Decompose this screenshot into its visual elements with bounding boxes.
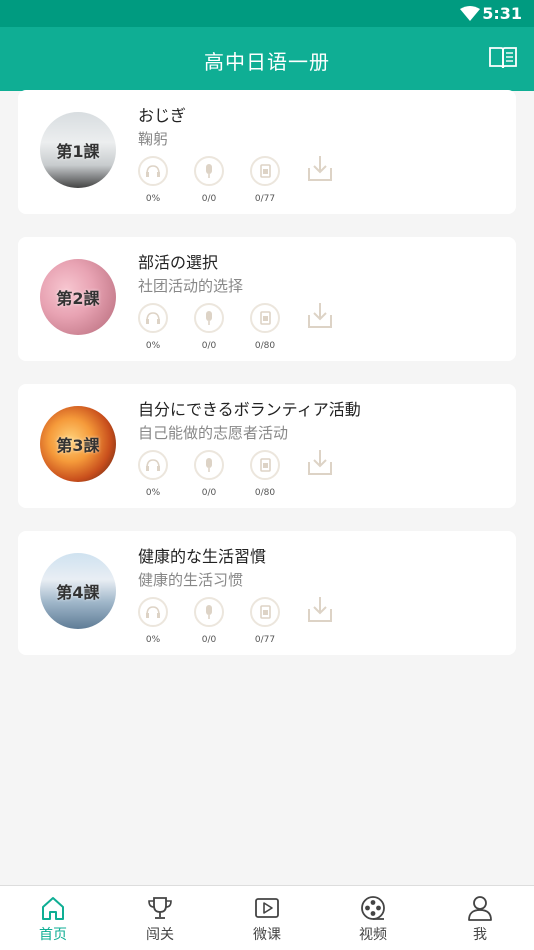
lesson-title: おじぎ	[138, 106, 187, 125]
lesson-title: 部活の選択	[138, 253, 219, 272]
microphone-icon[interactable]	[194, 156, 224, 186]
app-bar: 高中日语一册	[0, 27, 534, 91]
lesson-subtitle: 自己能做的志愿者活动	[138, 424, 289, 442]
lesson-badge: 第3課	[56, 436, 100, 455]
headphones-icon[interactable]	[138, 450, 168, 480]
status-bar: 5:31	[0, 0, 534, 27]
lesson-thumbnail: 第1課	[40, 112, 116, 188]
word-progress: 0/80	[254, 341, 276, 351]
lesson-card[interactable]: 第4課 健康的な生活習慣 健康的生活习惯 0% 0/0 0/77	[18, 531, 516, 655]
lesson-card[interactable]: 第3課 自分にできるボランティア活動 自己能做的志愿者活动 0% 0/0 0/8…	[18, 384, 516, 508]
tab-home[interactable]: 首页	[23, 894, 83, 944]
lesson-badge: 第4課	[56, 583, 100, 602]
download-icon[interactable]	[306, 301, 334, 329]
home-icon	[42, 897, 64, 920]
listen-progress: 0%	[145, 488, 161, 498]
microphone-icon[interactable]	[194, 597, 224, 627]
lesson-badge: 第1課	[56, 142, 100, 161]
tab-micro-lesson-label: 微课	[253, 927, 281, 943]
lesson-subtitle: 社团活动的选择	[138, 277, 244, 295]
book-icon[interactable]	[488, 45, 518, 71]
speak-progress: 0/0	[201, 341, 217, 351]
lesson-card[interactable]: 第1課 おじぎ 鞠躬 0% 0/0 0/77	[18, 90, 516, 214]
bottom-tab-bar: 首页 闯关 微课 视频 我	[0, 885, 534, 950]
lesson-subtitle: 鞠躬	[138, 130, 169, 148]
status-time: 5:31	[482, 4, 522, 23]
lesson-card[interactable]: 第2課 部活の選択 社团活动的选择 0% 0/0 0/80	[18, 237, 516, 361]
film-reel-icon	[361, 896, 385, 920]
lesson-badge: 第2課	[56, 289, 100, 308]
microphone-icon[interactable]	[194, 450, 224, 480]
word-progress: 0/77	[254, 635, 276, 645]
lesson-title: 健康的な生活習慣	[138, 547, 267, 566]
speak-progress: 0/0	[201, 488, 217, 498]
lesson-thumbnail: 第2課	[40, 259, 116, 335]
speak-progress: 0/0	[201, 194, 217, 204]
listen-progress: 0%	[145, 194, 161, 204]
page-title: 高中日语一册	[204, 50, 330, 74]
word-card-icon[interactable]	[250, 597, 280, 627]
tab-micro-lesson[interactable]: 微课	[237, 894, 297, 944]
tab-challenge[interactable]: 闯关	[130, 894, 190, 944]
word-card-icon[interactable]	[250, 303, 280, 333]
lesson-thumbnail: 第4課	[40, 553, 116, 629]
lesson-thumbnail: 第3課	[40, 406, 116, 482]
person-icon	[468, 896, 492, 921]
word-progress: 0/77	[254, 194, 276, 204]
listen-progress: 0%	[145, 635, 161, 645]
tab-video-label: 视频	[359, 927, 387, 943]
tab-video[interactable]: 视频	[343, 894, 403, 944]
lesson-title: 自分にできるボランティア活動	[138, 400, 361, 419]
speak-progress: 0/0	[201, 635, 217, 645]
download-icon[interactable]	[306, 154, 334, 182]
word-card-icon[interactable]	[250, 156, 280, 186]
lesson-subtitle: 健康的生活习惯	[138, 571, 244, 589]
play-icon	[255, 898, 279, 918]
microphone-icon[interactable]	[194, 303, 224, 333]
headphones-icon[interactable]	[138, 303, 168, 333]
headphones-icon[interactable]	[138, 597, 168, 627]
word-card-icon[interactable]	[250, 450, 280, 480]
wifi-icon	[460, 6, 480, 21]
download-icon[interactable]	[306, 595, 334, 623]
tab-me-label: 我	[473, 927, 487, 943]
headphones-icon[interactable]	[138, 156, 168, 186]
tab-me[interactable]: 我	[450, 894, 510, 944]
tab-challenge-label: 闯关	[146, 927, 174, 943]
word-progress: 0/80	[254, 488, 276, 498]
listen-progress: 0%	[145, 341, 161, 351]
download-icon[interactable]	[306, 448, 334, 476]
tab-home-label: 首页	[39, 927, 67, 943]
trophy-icon	[148, 897, 172, 919]
